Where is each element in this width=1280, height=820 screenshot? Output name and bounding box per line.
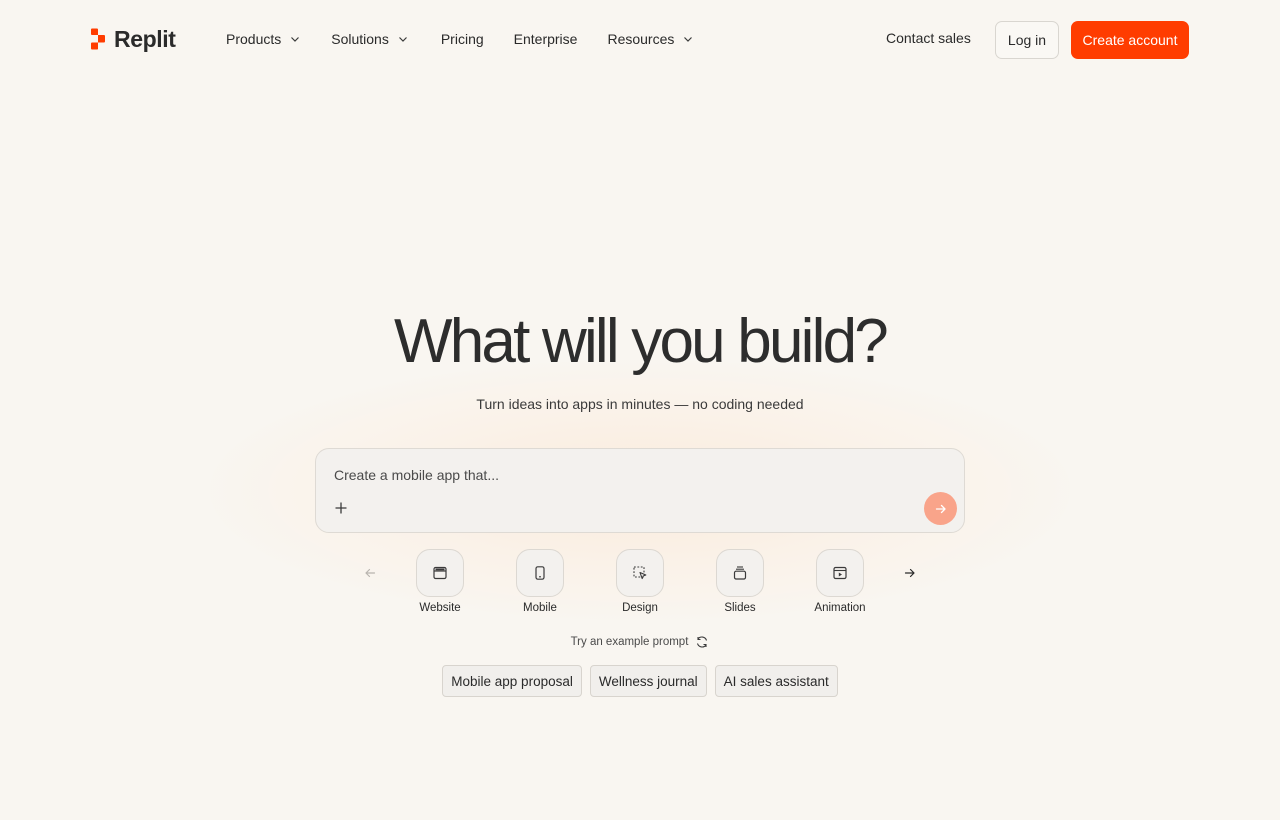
nav-item-label: Resources [607, 31, 675, 47]
select-cursor-icon [633, 566, 647, 580]
main-nav: Products Solutions Pricing Enterprise Re… [226, 28, 694, 50]
category-label: Website [419, 602, 461, 614]
contact-sales-link[interactable]: Contact sales [886, 30, 971, 46]
prompt-input[interactable] [334, 465, 934, 485]
brand-name: Replit [114, 25, 176, 52]
example-prompt-label: Try an example prompt [570, 636, 689, 648]
send-button[interactable] [924, 492, 957, 525]
login-button[interactable]: Log in [995, 21, 1059, 59]
category-label: Animation [814, 602, 866, 614]
example-prompt-row: Try an example prompt [0, 635, 1280, 649]
category-animation[interactable]: Animation [800, 549, 880, 614]
category-website[interactable]: Website [400, 549, 480, 614]
add-attachment-icon[interactable] [332, 499, 350, 517]
video-play-icon [833, 566, 847, 580]
nav-item-label: Products [226, 31, 282, 47]
create-account-button[interactable]: Create account [1071, 21, 1189, 59]
category-label: Design [622, 602, 658, 614]
page: Replit Products Solutions Pricing Enterp… [0, 0, 1280, 820]
category-design[interactable]: Design [600, 549, 680, 614]
refresh-icon[interactable] [695, 635, 709, 649]
category-slides[interactable]: Slides [700, 549, 780, 614]
hero-title: What will you build? [394, 307, 889, 376]
scroll-right-button[interactable] [899, 562, 921, 584]
nav-item-pricing[interactable]: Pricing [441, 31, 484, 47]
nav-item-solutions[interactable]: Solutions [331, 31, 409, 47]
browser-window-icon [433, 566, 447, 580]
replit-logo[interactable]: Replit [90, 26, 176, 52]
category-label: Mobile [523, 602, 557, 614]
nav-item-enterprise[interactable]: Enterprise [514, 31, 578, 47]
category-label: Slides [724, 602, 756, 614]
chevron-down-icon [291, 37, 300, 42]
phone-icon [535, 566, 545, 580]
slides-stack-icon [733, 566, 747, 580]
nav-item-label: Enterprise [513, 31, 578, 47]
nav-item-resources[interactable]: Resources [607, 31, 694, 47]
arrow-left-icon [365, 568, 376, 578]
example-chips: Mobile app proposal Wellness journal AI … [0, 665, 1280, 697]
category-icon-box [816, 549, 864, 597]
arrow-right-icon [904, 568, 915, 578]
chevron-down-icon [684, 37, 693, 42]
example-chip-wellness-journal[interactable]: Wellness journal [589, 665, 707, 697]
category-mobile[interactable]: Mobile [500, 549, 580, 614]
scroll-left-button[interactable] [359, 562, 381, 584]
category-icon-box [716, 549, 764, 597]
site-header: Replit Products Solutions Pricing Enterp… [0, 0, 1280, 78]
arrow-right-icon [935, 504, 946, 513]
category-icon-box [416, 549, 464, 597]
replit-logo-icon [90, 28, 106, 50]
example-chip-ai-sales-assistant[interactable]: AI sales assistant [714, 665, 838, 697]
nav-item-products[interactable]: Products [226, 31, 301, 47]
example-chip-mobile-app-proposal[interactable]: Mobile app proposal [442, 665, 582, 697]
prompt-box [315, 448, 965, 533]
category-icon-box [516, 549, 564, 597]
category-icon-box [616, 549, 664, 597]
chevron-down-icon [398, 37, 407, 42]
nav-item-label: Pricing [440, 31, 484, 47]
hero-subtitle: Turn ideas into apps in minutes — no cod… [476, 396, 804, 412]
nav-item-label: Solutions [331, 31, 389, 47]
